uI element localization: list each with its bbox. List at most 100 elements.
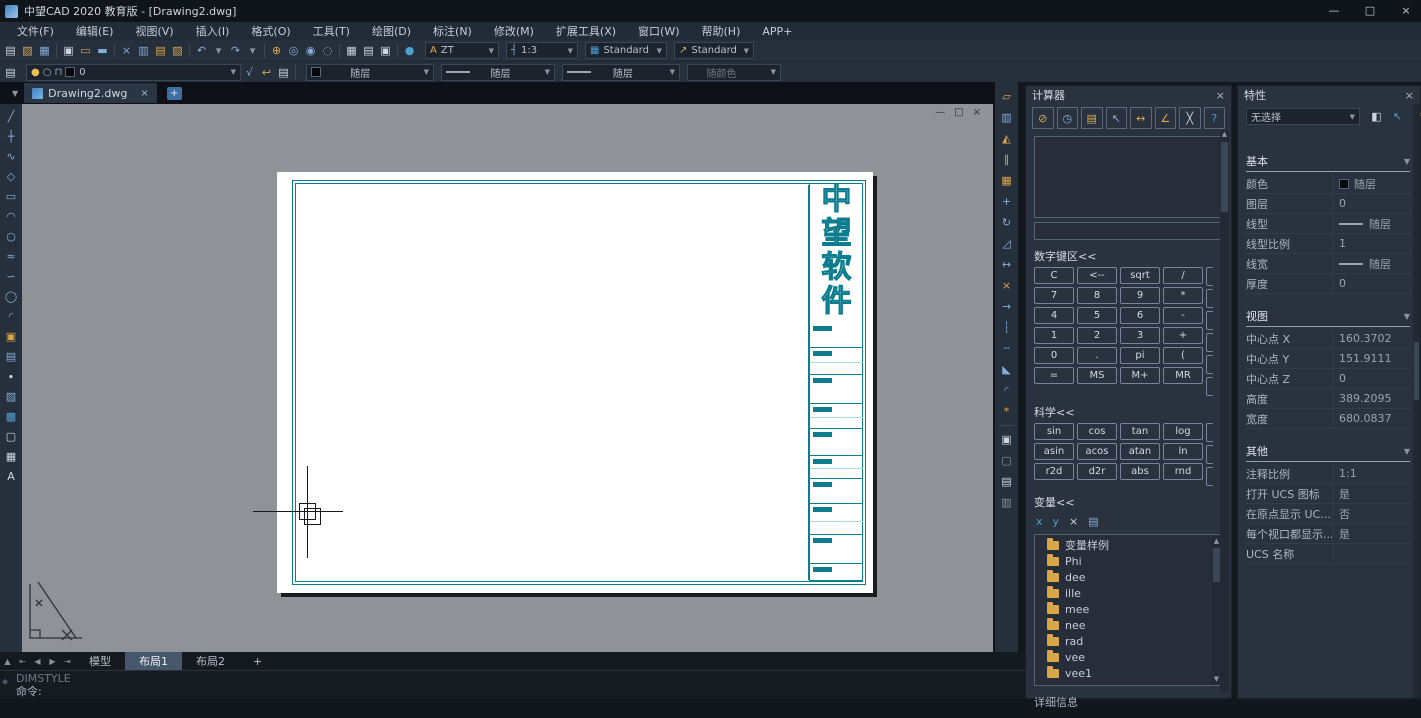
variables-section-label[interactable]: 变量<< (1026, 486, 1231, 513)
variable-item[interactable]: dee (1035, 569, 1222, 585)
variable-item[interactable]: 变量样例 (1035, 537, 1222, 553)
property-row[interactable]: UCS 名称 (1246, 544, 1410, 564)
property-row[interactable]: 宽度 680.0837 (1246, 409, 1410, 429)
calc-key[interactable]: 7 (1034, 287, 1074, 304)
scroll-thumb[interactable] (1213, 548, 1220, 582)
previous-layer-icon[interactable]: ↩ (258, 64, 275, 81)
explode-icon[interactable]: * (998, 401, 1015, 422)
circle-icon[interactable]: ○ (3, 226, 20, 246)
calc-key[interactable]: sqrt (1120, 267, 1160, 284)
send-to-back-icon[interactable]: ▢ (998, 450, 1015, 471)
pan-icon[interactable]: ⊕ (268, 42, 285, 59)
redo-icon[interactable]: ↷ (227, 42, 244, 59)
sci-key[interactable]: abs (1120, 463, 1160, 480)
calc-key[interactable]: 0 (1034, 347, 1074, 364)
property-row[interactable]: 线型比例 1 (1246, 234, 1410, 254)
calc-input-field[interactable] (1034, 222, 1223, 240)
calc-key[interactable]: - (1163, 307, 1203, 324)
property-row[interactable]: 打开 UCS 图标 是 (1246, 484, 1410, 504)
selection-select[interactable]: 无选择 ▼ (1246, 108, 1360, 125)
section-header-misc[interactable]: 其他 ▼ (1246, 443, 1410, 462)
send-under-icon[interactable]: ▥ (998, 492, 1015, 513)
property-row[interactable]: 中心点 Z 0 (1246, 369, 1410, 389)
point-icon[interactable]: ∙ (3, 366, 20, 386)
plot-preview-icon[interactable]: ▭ (77, 42, 94, 59)
command-prompt[interactable]: 命令: (16, 685, 1019, 698)
layer-states-icon[interactable]: ▤ (275, 64, 292, 81)
calc-key[interactable]: MR (1163, 367, 1203, 384)
calc-key[interactable]: = (1034, 367, 1074, 384)
new-layout-tab[interactable]: + (239, 652, 276, 670)
section-header-view[interactable]: 视图 ▼ (1246, 308, 1410, 327)
redo-dropdown-icon[interactable]: ▾ (244, 42, 261, 59)
move-icon[interactable]: + (998, 191, 1015, 212)
calc-key[interactable]: ( (1163, 347, 1203, 364)
menu-edit[interactable]: 编辑(E) (65, 23, 125, 39)
toolbar-icon[interactable] (189, 44, 190, 58)
scroll-thumb[interactable] (1414, 342, 1419, 400)
calc-key[interactable]: / (1163, 267, 1203, 284)
save-icon[interactable]: ▦ (36, 42, 53, 59)
property-row[interactable]: 线宽 随层 (1246, 254, 1410, 274)
menu-window[interactable]: 窗口(W) (627, 23, 690, 39)
menu-app[interactable]: APP+ (751, 25, 803, 38)
calc-key[interactable]: 4 (1034, 307, 1074, 324)
zoom-realtime-icon[interactable]: ◎ (285, 42, 302, 59)
region-icon[interactable]: ▢ (3, 426, 20, 446)
mleader-style-select[interactable]: ↗ Standard ▼ (674, 42, 754, 59)
last-tab-icon[interactable]: ⇥ (60, 657, 75, 666)
first-tab-icon[interactable]: ⇤ (15, 657, 30, 666)
drawing-sheet[interactable]: 中望软件 (277, 172, 873, 593)
numpad-section-label[interactable]: 数字键区<< (1026, 240, 1231, 267)
sci-key[interactable]: log (1163, 423, 1203, 440)
details-label[interactable]: 详细信息 (1026, 686, 1231, 718)
color-control[interactable]: 随层 ▼ (306, 64, 434, 81)
make-layer-current-icon[interactable]: √ (241, 64, 258, 81)
menu-file[interactable]: 文件(F) (6, 23, 65, 39)
variable-item[interactable]: Phi (1035, 553, 1222, 569)
property-row[interactable]: 厚度 0 (1246, 274, 1410, 294)
table-style-select[interactable]: ▦ Standard ▼ (585, 42, 667, 59)
calc-key[interactable]: 9 (1120, 287, 1160, 304)
scroll-up-icon[interactable]: ▲ (1220, 130, 1229, 138)
property-row[interactable]: 颜色 随层 (1246, 174, 1410, 194)
scale-icon[interactable]: ◿ (998, 233, 1015, 254)
offset-icon[interactable]: ∥ (998, 149, 1015, 170)
table-icon[interactable]: ▦ (3, 446, 20, 466)
new-variable-icon[interactable]: x (1036, 515, 1043, 528)
variable-item[interactable]: nee (1035, 617, 1222, 633)
menu-express[interactable]: 扩展工具(X) (545, 23, 627, 39)
rectangle-icon[interactable]: ▭ (3, 186, 20, 206)
calc-history-area[interactable] (1034, 136, 1223, 218)
menu-modify[interactable]: 修改(M) (483, 23, 545, 39)
copy-clip-icon[interactable]: ▥ (135, 42, 152, 59)
quickcalc-close-icon[interactable]: × (1216, 89, 1225, 102)
menu-format[interactable]: 格式(O) (240, 23, 301, 39)
sci-key[interactable]: cos (1077, 423, 1117, 440)
drawing-canvas[interactable]: — □ × 中望软件 (22, 104, 993, 652)
render-icon[interactable]: ● (401, 42, 418, 59)
zoom-previous-icon[interactable]: ◌ (319, 42, 336, 59)
layer-freeze-icon[interactable]: ○ (43, 67, 52, 78)
lineweight-control[interactable]: 随层 ▼ (562, 64, 680, 81)
calc-key[interactable]: pi (1120, 347, 1160, 364)
property-row[interactable]: 每个视口都显示... 是 (1246, 524, 1410, 544)
bring-to-front-icon[interactable]: ▣ (998, 429, 1015, 450)
break-at-point-icon[interactable]: ┆ (998, 317, 1015, 338)
delete-variable-icon[interactable]: × (1069, 515, 1078, 528)
cut-icon[interactable]: × (118, 42, 135, 59)
doc-tab-close-icon[interactable]: × (140, 88, 148, 99)
tab-layout1[interactable]: 布局1 (125, 652, 182, 670)
shade-icon[interactable]: ▣ (377, 42, 394, 59)
extend-icon[interactable]: → (998, 296, 1015, 317)
mirror-icon[interactable]: ◭ (998, 128, 1015, 149)
chamfer-icon[interactable]: ◣ (998, 359, 1015, 380)
gradient-icon[interactable]: ▩ (3, 406, 20, 426)
calc-key[interactable]: <-- (1077, 267, 1117, 284)
menu-draw[interactable]: 绘图(D) (361, 23, 422, 39)
named-views-icon[interactable]: ▤ (360, 42, 377, 59)
edit-variable-icon[interactable]: y (1053, 515, 1060, 528)
prev-tab-icon[interactable]: ◀ (30, 657, 45, 666)
erase-icon[interactable]: ▱ (998, 86, 1015, 107)
paste-icon[interactable]: ▤ (152, 42, 169, 59)
